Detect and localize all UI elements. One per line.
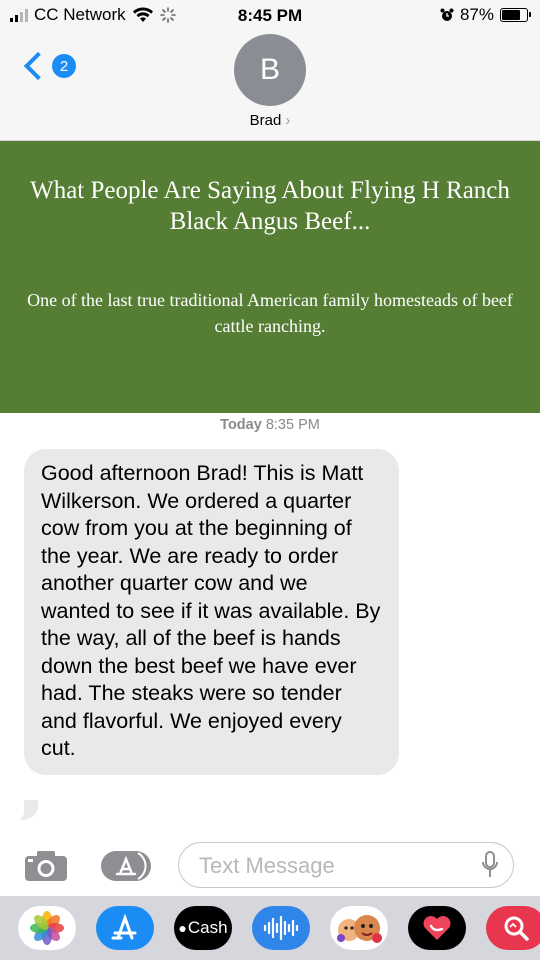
microphone-icon[interactable] — [481, 851, 499, 879]
cash-app-label: Cash — [187, 918, 228, 937]
digital-touch-icon — [423, 916, 451, 940]
status-bar: CC Network 8:45 PM 87% — [0, 0, 540, 32]
memoji-icon — [337, 915, 382, 943]
cash-app-icon[interactable]: ● Cash — [174, 906, 232, 950]
message-input[interactable] — [197, 851, 471, 881]
incoming-message-bubble[interactable]: Good afternoon Brad! This is Matt Wilker… — [24, 449, 399, 775]
search-images-icon — [504, 916, 529, 941]
contact-name-button[interactable]: Brad › — [0, 112, 540, 129]
unread-badge: 2 — [52, 54, 76, 78]
contact-avatar[interactable]: B — [234, 34, 306, 106]
audio-message-app-icon[interactable] — [252, 906, 310, 950]
photos-icon — [30, 911, 64, 945]
link-preview-card[interactable]: What People Are Saying About Flying H Ra… — [0, 141, 540, 413]
battery-icon — [500, 8, 531, 22]
app-store-app-icon[interactable] — [96, 906, 154, 950]
message-input-field[interactable] — [178, 842, 514, 888]
chevron-left-icon — [23, 51, 53, 81]
audio-message-icon — [263, 915, 299, 941]
contact-name: Brad — [249, 112, 282, 129]
search-images-app-icon[interactable] — [486, 906, 540, 950]
app-store-icon — [111, 913, 137, 940]
battery-percent: 87% — [459, 5, 494, 24]
message-timestamp: Today 8:35 PM — [0, 417, 540, 433]
link-preview-title: What People Are Saying About Flying H Ra… — [30, 177, 510, 235]
back-button[interactable]: 2 — [20, 51, 76, 81]
link-preview-description: One of the last true traditional America… — [27, 290, 513, 336]
apple-logo-icon: ● — [178, 920, 187, 936]
camera-icon[interactable] — [24, 850, 68, 882]
apps-button-icon[interactable] — [100, 850, 152, 882]
imessage-app-drawer: ● Cash — [0, 896, 540, 960]
conversation-header: 2 B Brad › — [0, 32, 540, 141]
timestamp-day: Today — [220, 417, 262, 433]
timestamp-time: 8:35 PM — [265, 417, 320, 433]
photos-app-icon[interactable] — [18, 906, 76, 950]
alarm-icon — [440, 8, 454, 21]
digital-touch-app-icon[interactable] — [408, 906, 466, 950]
compose-bar — [0, 836, 540, 894]
chevron-right-icon: › — [285, 112, 291, 129]
memoji-app-icon[interactable] — [330, 906, 388, 950]
